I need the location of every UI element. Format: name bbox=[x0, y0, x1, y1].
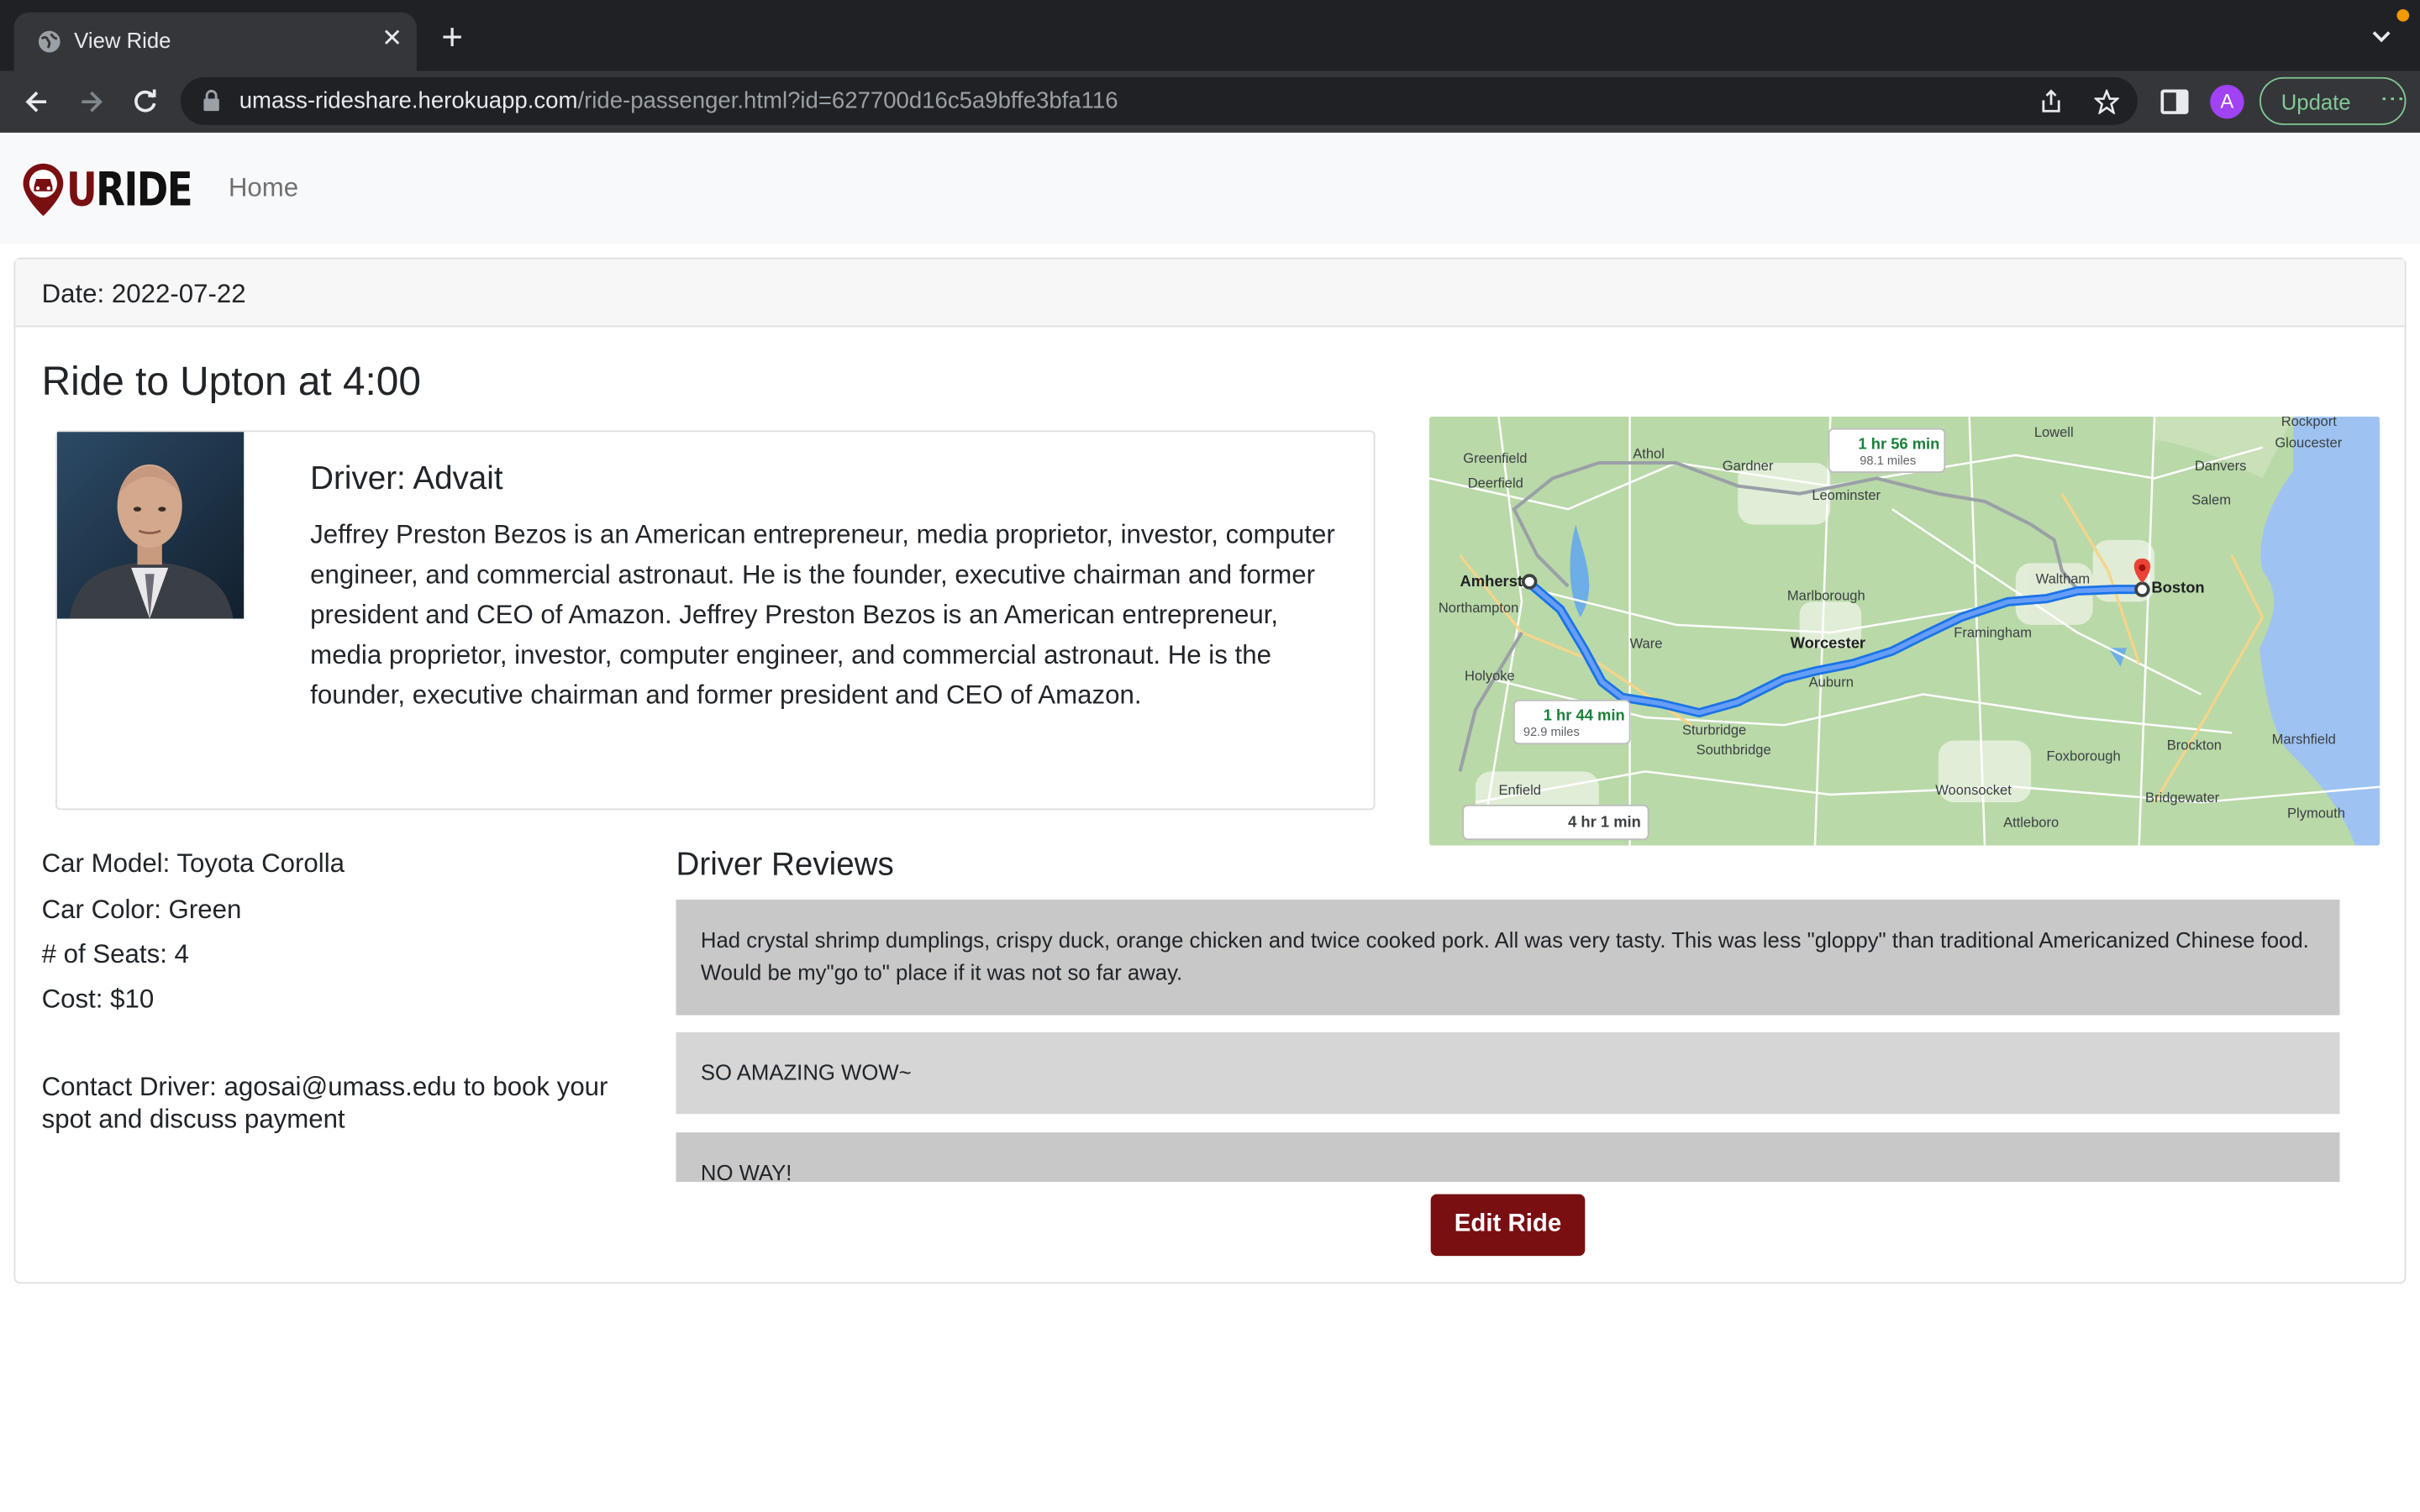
browser-update-button[interactable]: Update ⋮ bbox=[2259, 76, 2407, 125]
url-text: umass-rideshare.herokuapp.com/ride-passe… bbox=[239, 88, 1118, 114]
map-town-label: Woonsocket bbox=[1935, 782, 2012, 798]
map-town-label: Leominster bbox=[1812, 487, 1881, 503]
map-town-label: Sturbridge bbox=[1682, 722, 1746, 738]
car-color: Car Color: Green bbox=[41, 895, 242, 925]
review-item: NO WAY! bbox=[676, 1132, 2340, 1182]
map-town-label: Boston bbox=[2151, 578, 2204, 596]
map-town-label: Athol bbox=[1633, 446, 1665, 462]
map-town-label: Lowell bbox=[2034, 424, 2074, 440]
site-navbar: URIDE Home bbox=[0, 132, 2420, 244]
nav-home-link[interactable]: Home bbox=[229, 173, 298, 204]
review-item: SO AMAZING WOW~ bbox=[676, 1032, 2340, 1115]
share-icon[interactable] bbox=[2039, 89, 2063, 114]
map-town-label: Salem bbox=[2191, 492, 2231, 508]
map-town-label: Greenfield bbox=[1463, 450, 1527, 466]
map-town-label: Rockport bbox=[2281, 417, 2337, 429]
map-town-label: Marshfield bbox=[2272, 731, 2336, 747]
contact-driver: Contact Driver: agosai@umass.edu to book… bbox=[41, 1072, 608, 1135]
map-town-label: Attleboro bbox=[2003, 814, 2059, 830]
driver-info-box: Driver: Advait Jeffrey Preston Bezos is … bbox=[55, 430, 1376, 811]
browser-toolbar: umass-rideshare.herokuapp.com/ride-passe… bbox=[0, 71, 2420, 133]
map-town-label: Waltham bbox=[2036, 570, 2091, 586]
map-town-label: Northampton bbox=[1439, 600, 1518, 616]
route-map[interactable]: Rockport Lowell Gloucester Greenfield Athol G… bbox=[1428, 416, 2381, 846]
browser-tab[interactable]: View Ride ✕ bbox=[13, 12, 417, 71]
driver-photo bbox=[56, 432, 245, 619]
reviews-list[interactable]: Had crystal shrimp dumplings, crispy duc… bbox=[676, 899, 2340, 1182]
map-town-label: Ware bbox=[1630, 635, 1663, 651]
review-item: Had crystal shrimp dumplings, crispy duc… bbox=[676, 899, 2340, 1016]
close-tab-icon[interactable]: ✕ bbox=[378, 26, 406, 54]
map-town-label: Marlborough bbox=[1787, 587, 1865, 603]
back-icon[interactable] bbox=[22, 87, 53, 118]
uride-logo[interactable]: URIDE bbox=[20, 162, 193, 218]
map-town-label: Auburn bbox=[1809, 674, 1854, 690]
map-town-label: Foxborough bbox=[2047, 748, 2121, 764]
update-label: Update bbox=[2281, 89, 2351, 114]
map-town-label: Gloucester bbox=[2275, 435, 2342, 451]
logo-ride: RIDE bbox=[96, 163, 192, 218]
map-town-label: Plymouth bbox=[2287, 805, 2345, 821]
ride-card-header: Date: 2022-07-22 bbox=[15, 259, 2405, 328]
globe-icon bbox=[38, 30, 60, 53]
forward-icon[interactable] bbox=[76, 87, 107, 118]
driver-name: Driver: Advait bbox=[310, 461, 503, 497]
main-route-distance: 92.9 miles bbox=[1523, 726, 1580, 739]
new-tab-icon[interactable]: + bbox=[437, 19, 468, 56]
lock-icon[interactable] bbox=[203, 89, 221, 112]
logo-text: URIDE bbox=[66, 163, 193, 218]
map-town-label: Framingham bbox=[1954, 625, 2032, 641]
main-route-time: 1 hr 44 min bbox=[1544, 706, 1625, 724]
map-town-label: Gardner bbox=[1723, 458, 1774, 474]
map-town-label: Danvers bbox=[2195, 458, 2247, 474]
map-town-label: Holyoke bbox=[1465, 668, 1515, 684]
profile-avatar[interactable]: A bbox=[2210, 85, 2244, 119]
chevron-down-icon[interactable] bbox=[2369, 26, 2393, 48]
side-panel-icon[interactable] bbox=[2160, 87, 2191, 118]
tab-title: View Ride bbox=[74, 28, 171, 53]
seat-count: # of Seats: 4 bbox=[41, 939, 189, 969]
address-bar[interactable]: umass-rideshare.herokuapp.com/ride-passe… bbox=[180, 76, 2138, 125]
map-pin-car-icon bbox=[23, 163, 64, 217]
ride-card: Date: 2022-07-22 Ride to Upton at 4:00 D… bbox=[13, 257, 2407, 1284]
alt-route-time: 1 hr 56 min bbox=[1858, 434, 1939, 452]
ride-date: Date: 2022-07-22 bbox=[41, 279, 246, 309]
notification-dot bbox=[2396, 9, 2410, 22]
edit-ride-button[interactable]: Edit Ride bbox=[1430, 1194, 1586, 1257]
alt-route-distance: 98.1 miles bbox=[1860, 454, 1916, 468]
car-model: Car Model: Toyota Corolla bbox=[41, 848, 345, 879]
map-town-label: Southbridge bbox=[1697, 742, 1771, 758]
browser-tabstrip: View Ride ✕ + bbox=[0, 0, 2420, 71]
map-town-label: Bridgewater bbox=[2145, 790, 2220, 806]
kebab-menu-icon[interactable]: ⋮ bbox=[2378, 87, 2404, 110]
map-town-label: Deerfield bbox=[1468, 475, 1523, 491]
ride-title: Ride to Upton at 4:00 bbox=[41, 358, 421, 405]
transit-route-time: 4 hr 1 min bbox=[1568, 812, 1641, 830]
logo-u: U bbox=[66, 163, 97, 218]
reviews-title: Driver Reviews bbox=[676, 847, 894, 883]
map-town-label: Worcester bbox=[1791, 633, 1865, 651]
bookmark-star-icon[interactable] bbox=[2094, 89, 2119, 114]
ride-cost: Cost: $10 bbox=[41, 984, 155, 1014]
url-host: umass-rideshare.herokuapp.com bbox=[239, 87, 578, 114]
map-town-label: Amherst bbox=[1460, 572, 1523, 590]
map-town-label: Brockton bbox=[2167, 738, 2222, 753]
map-town-label: Enfield bbox=[1498, 782, 1541, 798]
reload-icon[interactable] bbox=[129, 87, 160, 118]
url-path: /ride-passenger.html?id=627700d16c5a9bff… bbox=[577, 87, 1118, 114]
driver-bio: Jeffrey Preston Bezos is an American ent… bbox=[310, 519, 1335, 710]
